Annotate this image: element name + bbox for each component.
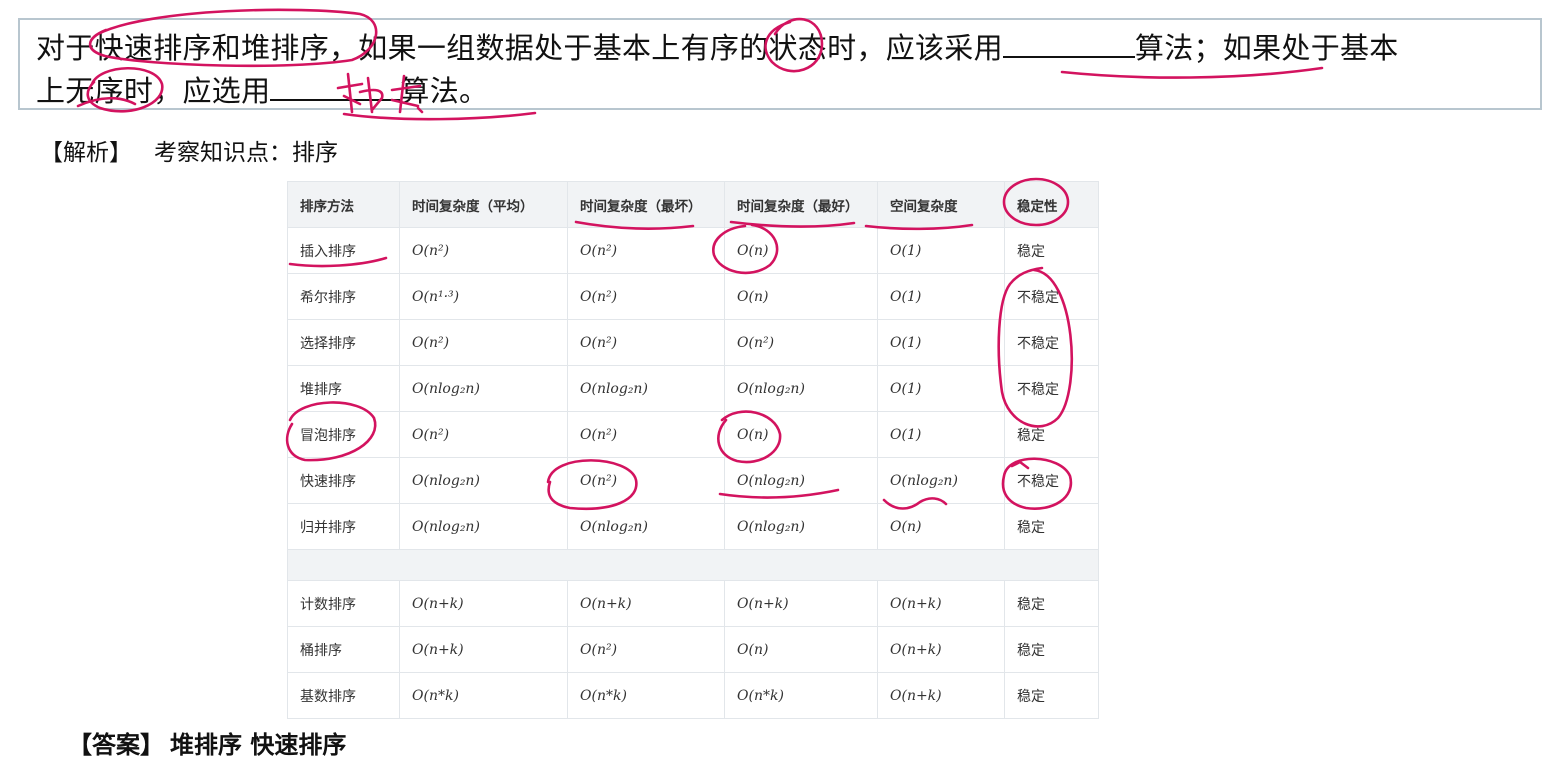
table-body-extra: 计数排序 O(n+k) O(n+k) O(n+k) O(n+k) 稳定 桶排序 O(n+k) O… [287, 580, 1099, 719]
complexity-cell: O(n+k) [399, 626, 568, 673]
complexity-cell: O(n²) [399, 411, 568, 458]
annotation-underline-blank [342, 111, 537, 121]
question-box: 对于快速排序和堆排序，如果一组数据处于基本上有序的状态时，应该采用 算法；如果处于… [18, 18, 1542, 110]
answer-blank-1 [1002, 26, 1135, 58]
table-gap-cell [287, 549, 1099, 581]
table-row: 冒泡排序 O(n²) O(n²) O(n) O(1) 稳定 [287, 411, 1099, 458]
table-row: 希尔排序 O(n¹·³) O(n²) O(n) O(1) 不稳定 [287, 273, 1099, 320]
stability-cell: 稳定 [1004, 411, 1099, 458]
table-spacer [287, 549, 1099, 581]
complexity-cell: O(n+k) [399, 580, 568, 627]
complexity-cell: O(n²) [399, 319, 568, 366]
complexity-cell: O(n²) [567, 411, 725, 458]
question-text: 算法；如果处于基本 [1134, 31, 1399, 65]
table-row: 插入排序 O(n²) O(n²) O(n) O(1) 稳定 [287, 227, 1099, 274]
question-text: 算法。 [400, 74, 489, 108]
table-row: 计数排序 O(n+k) O(n+k) O(n+k) O(n+k) 稳定 [287, 580, 1099, 627]
answer-label: 【答案】 [68, 731, 164, 759]
complexity-cell: O(n) [724, 273, 878, 320]
table-header: 空间复杂度 [877, 181, 1005, 228]
stability-cell: 稳定 [1004, 672, 1099, 719]
analysis-text: 考察知识点：排序 [154, 140, 338, 166]
analysis-section: 【解析】 考察知识点：排序 [40, 136, 338, 170]
table-row: 堆排序 O(nlog₂n) O(nlog₂n) O(nlog₂n) O(1) 不稳定 [287, 365, 1099, 412]
question-line-1: 对于快速排序和堆排序，如果一组数据处于基本上有序的状态时，应该采用 算法；如果处于… [36, 26, 1530, 69]
table-row: 基数排序 O(n*k) O(n*k) O(n*k) O(n+k) 稳定 [287, 672, 1099, 719]
complexity-cell: O(n²) [567, 457, 725, 504]
answer-section: 【答案】 堆排序 快速排序 [68, 728, 346, 762]
method-name-cell: 基数排序 [287, 672, 400, 719]
complexity-cell: O(n²) [724, 319, 878, 366]
complexity-cell: O(nlog₂n) [724, 365, 878, 412]
complexity-cell: O(n) [724, 227, 878, 274]
complexity-cell: O(nlog₂n) [567, 365, 725, 412]
complexity-cell: O(n²) [567, 319, 725, 366]
complexity-cell: O(1) [877, 273, 1005, 320]
question-text: 对于快速排序和堆排序，如果一组数据处于基本上有序的状态时，应该采用 [36, 31, 1003, 65]
stability-cell: 不稳定 [1004, 457, 1099, 504]
table-row: 桶排序 O(n+k) O(n²) O(n) O(n+k) 稳定 [287, 626, 1099, 673]
table-header: 稳定性 [1004, 181, 1099, 228]
complexity-cell: O(n+k) [877, 580, 1005, 627]
complexity-cell: O(n+k) [877, 626, 1005, 673]
complexity-cell: O(nlog₂n) [724, 457, 878, 504]
complexity-cell: O(1) [877, 411, 1005, 458]
complexity-cell: O(n) [724, 411, 878, 458]
stability-cell: 稳定 [1004, 580, 1099, 627]
stability-cell: 不稳定 [1004, 365, 1099, 412]
complexity-cell: O(n²) [567, 227, 725, 274]
table-body: 插入排序 O(n²) O(n²) O(n) O(1) 稳定 希尔排序 O(n¹·³) O(n²)… [287, 227, 1099, 550]
complexity-cell: O(1) [877, 365, 1005, 412]
complexity-cell: O(n*k) [399, 672, 568, 719]
complexity-cell: O(n*k) [567, 672, 725, 719]
complexity-cell: O(1) [877, 319, 1005, 366]
question-text: 上无序时，应选用 [36, 74, 271, 108]
table-row: 选择排序 O(n²) O(n²) O(n²) O(1) 不稳定 [287, 319, 1099, 366]
method-name-cell: 堆排序 [287, 365, 400, 412]
method-name-cell: 快速排序 [287, 457, 400, 504]
method-name-cell: 插入排序 [287, 227, 400, 274]
stability-cell: 不稳定 [1004, 273, 1099, 320]
complexity-cell: O(n¹·³) [399, 273, 568, 320]
answer-text: 堆排序 快速排序 [170, 731, 347, 759]
stability-cell: 稳定 [1004, 227, 1099, 274]
table-row: 快速排序 O(nlog₂n) O(n²) O(nlog₂n) O(nlog₂n) 不稳定 [287, 457, 1099, 504]
table-header: 时间复杂度（最坏） [567, 181, 725, 228]
complexity-cell: O(1) [877, 227, 1005, 274]
method-name-cell: 希尔排序 [287, 273, 400, 320]
complexity-cell: O(nlog₂n) [399, 457, 568, 504]
complexity-cell: O(n) [877, 503, 1005, 550]
method-name-cell: 选择排序 [287, 319, 400, 366]
analysis-label: 【解析】 [40, 140, 132, 166]
complexity-cell: O(n²) [567, 626, 725, 673]
table-row: 归并排序 O(nlog₂n) O(nlog₂n) O(nlog₂n) O(n) 稳定 [287, 503, 1099, 550]
complexity-cell: O(n+k) [877, 672, 1005, 719]
method-name-cell: 桶排序 [287, 626, 400, 673]
complexity-cell: O(nlog₂n) [399, 503, 568, 550]
method-name-cell: 冒泡排序 [287, 411, 400, 458]
complexity-cell: O(n) [724, 626, 878, 673]
complexity-cell: O(nlog₂n) [399, 365, 568, 412]
question-line-2: 上无序时，应选用 算法。 [36, 69, 1530, 112]
table-gap-row [287, 549, 1099, 581]
complexity-cell: O(n*k) [724, 672, 878, 719]
sorting-complexity-table: 排序方法 时间复杂度（平均） 时间复杂度（最坏） 时间复杂度（最好） 空间复杂度… [287, 181, 1099, 719]
table-header: 排序方法 [287, 181, 400, 228]
complexity-cell: O(n²) [567, 273, 725, 320]
table-header: 时间复杂度（平均） [399, 181, 568, 228]
complexity-cell: O(nlog₂n) [877, 457, 1005, 504]
answer-blank-2 [270, 69, 401, 101]
stability-cell: 稳定 [1004, 503, 1099, 550]
complexity-cell: O(nlog₂n) [724, 503, 878, 550]
table-header: 时间复杂度（最好） [724, 181, 878, 228]
stability-cell: 稳定 [1004, 626, 1099, 673]
complexity-cell: O(n+k) [724, 580, 878, 627]
complexity-cell: O(n+k) [567, 580, 725, 627]
method-name-cell: 归并排序 [287, 503, 400, 550]
complexity-cell: O(nlog₂n) [567, 503, 725, 550]
stability-cell: 不稳定 [1004, 319, 1099, 366]
method-name-cell: 计数排序 [287, 580, 400, 627]
complexity-cell: O(n²) [399, 227, 568, 274]
table-header-row: 排序方法 时间复杂度（平均） 时间复杂度（最坏） 时间复杂度（最好） 空间复杂度… [287, 181, 1099, 228]
